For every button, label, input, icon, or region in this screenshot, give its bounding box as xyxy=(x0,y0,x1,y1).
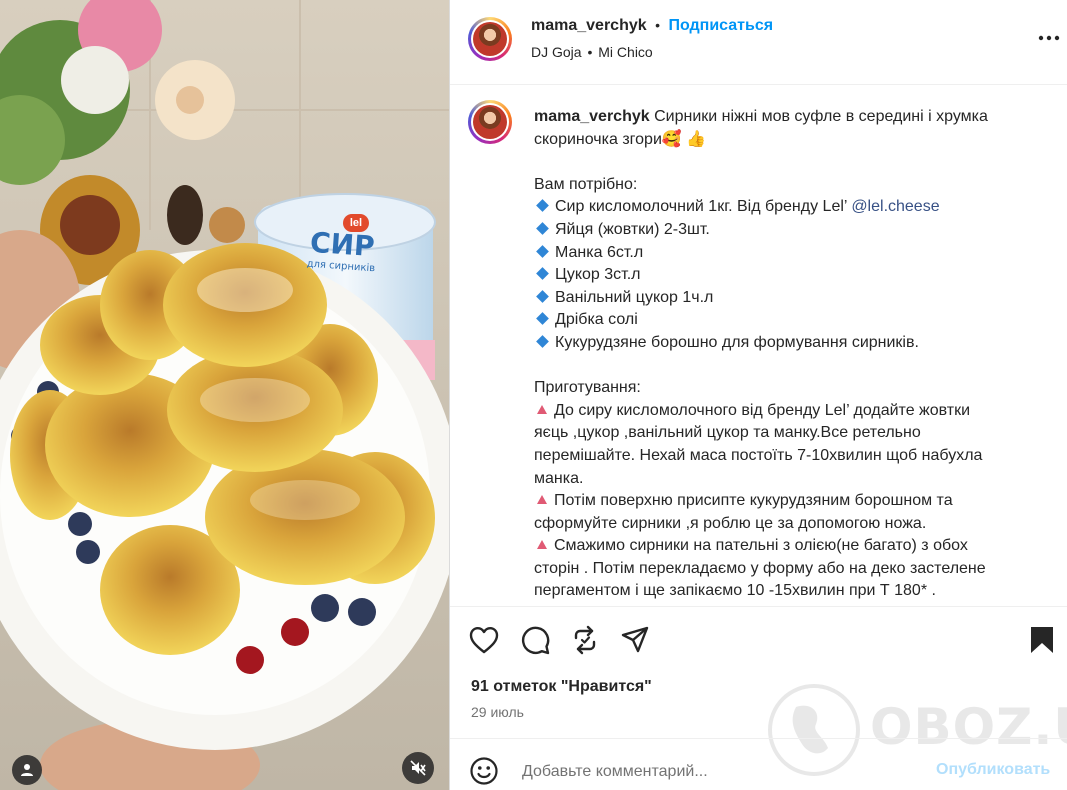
heart-icon xyxy=(469,627,499,654)
caption-username[interactable]: mama_verchyk xyxy=(534,108,650,125)
ingredient-item: Дрібка солі xyxy=(534,309,1034,332)
step-text: манка. xyxy=(534,469,584,487)
mute-button[interactable] xyxy=(402,752,434,784)
author-avatar[interactable] xyxy=(468,17,512,61)
repost-icon xyxy=(574,625,596,655)
blue-diamond-icon xyxy=(536,312,549,326)
caption-avatar[interactable] xyxy=(468,100,512,144)
caption-line-1: Сирники ніжні мов суфле в середині і хру… xyxy=(654,108,988,125)
blue-diamond-icon xyxy=(536,289,549,303)
share-icon xyxy=(621,626,649,653)
needs-title: Вам потрібно: xyxy=(534,175,638,193)
blue-diamond-icon xyxy=(536,199,549,213)
ingredient-text: Ванільний цукор 1ч.л xyxy=(555,288,714,306)
mention-link[interactable]: @lel.cheese xyxy=(851,198,939,215)
header-dot: • xyxy=(655,17,660,33)
step-line: перемішайте. Нехай маса постоїть 7-10хви… xyxy=(534,445,1034,468)
ingredient-text: Дрібка солі xyxy=(555,311,638,329)
ingredient-text: Манка 6ст.л xyxy=(555,243,644,261)
red-triangle-icon xyxy=(537,404,547,414)
blue-diamond-icon xyxy=(536,244,549,258)
blue-diamond-icon xyxy=(536,222,549,235)
more-options-button[interactable] xyxy=(1033,22,1065,54)
step-text: сформуйте сирники ,я роблю це за допомог… xyxy=(534,514,927,532)
ingredient-text: Яйця (жовтки) 2-3шт. xyxy=(555,220,710,238)
step-text: сторін . Потім перекладаємо у форму або … xyxy=(534,559,986,577)
food-photo xyxy=(0,0,449,790)
user-icon xyxy=(21,764,33,776)
ingredient-item: Ванільний цукор 1ч.л xyxy=(534,287,1034,310)
emoji-icon xyxy=(470,757,498,785)
more-horizontal-icon xyxy=(1038,35,1060,41)
ingredient-item: Кукурудзяне борошно для формування сирни… xyxy=(534,332,1034,355)
post-media[interactable]: СИР для сирників lel xyxy=(0,0,449,790)
blue-diamond-icon xyxy=(536,335,549,348)
step-line: пергаментом і ще запікаємо 10 -15хвилин … xyxy=(534,580,1034,603)
post-date[interactable]: 29 июль xyxy=(471,704,524,720)
audio-info[interactable]: DJ Goja • Mi Chico xyxy=(531,44,653,60)
brand-badge: lel xyxy=(343,214,369,232)
follow-button[interactable]: Подписаться xyxy=(668,17,773,34)
emoji-button[interactable] xyxy=(468,755,500,787)
ingredient-text: Кукурудзяне борошно для формування сирни… xyxy=(555,333,919,351)
ingredient-item: Сир кисломолочний 1кг. Від бренду Lel’ @… xyxy=(534,196,1034,219)
save-button[interactable] xyxy=(1026,624,1058,656)
audio-separator: • xyxy=(587,44,593,60)
step-line: Смажимо сирники на пательні з олією(не б… xyxy=(534,535,1034,558)
step-list: До сиру кисломолочного від бренду Lel’ д… xyxy=(534,400,1034,603)
step-text: Смажимо сирники на пательні з олією(не б… xyxy=(554,537,968,555)
step-text: яєць ,цукор ,ванільний цукор та манку.Вс… xyxy=(534,424,921,442)
step-line: сформуйте сирники ,я роблю це за допомог… xyxy=(534,513,1034,536)
step-line: До сиру кисломолочного від бренду Lel’ д… xyxy=(534,400,1034,423)
audio-track[interactable]: Mi Chico xyxy=(598,44,652,60)
audio-artist[interactable]: DJ Goja xyxy=(531,44,582,60)
post-comment-button[interactable]: Опубликовать xyxy=(936,761,1050,779)
comment-icon xyxy=(521,626,550,655)
repost-button[interactable] xyxy=(569,624,601,656)
muted-speaker-icon xyxy=(410,760,426,776)
step-text: До сиру кисломолочного від бренду Lel’ д… xyxy=(554,401,971,419)
likes-count[interactable]: 91 отметок "Нравится" xyxy=(471,678,652,696)
blue-diamond-icon xyxy=(536,267,549,281)
comment-divider xyxy=(450,738,1067,739)
ingredient-list: Сир кисломолочний 1кг. Від бренду Lel’ @… xyxy=(534,196,1034,354)
step-text: перемішайте. Нехай маса постоїть 7-10хви… xyxy=(534,446,983,464)
comment-input[interactable] xyxy=(520,758,924,786)
product-label: СИР для сирників xyxy=(281,224,404,276)
step-line: манка. xyxy=(534,468,1034,491)
like-button[interactable] xyxy=(468,624,500,656)
comment-button[interactable] xyxy=(519,624,551,656)
prep-title: Приготування: xyxy=(534,379,641,397)
actions-divider xyxy=(450,606,1067,607)
tagged-users-button[interactable] xyxy=(12,755,42,785)
ingredient-item: Яйця (жовтки) 2-3шт. xyxy=(534,219,1034,242)
post-caption: mama_verchyk Сирники ніжні мов суфле в с… xyxy=(534,106,1034,603)
post-panel: mama_verchyk • Подписаться DJ Goja • Mi … xyxy=(450,0,1067,790)
author-username[interactable]: mama_verchyk xyxy=(531,17,647,34)
ingredient-text: Цукор 3ст.л xyxy=(555,266,641,284)
red-triangle-icon xyxy=(537,495,547,505)
ingredient-item: Цукор 3ст.л xyxy=(534,264,1034,287)
step-line: сторін . Потім перекладаємо у форму або … xyxy=(534,558,1034,581)
post-header: mama_verchyk • Подписаться DJ Goja • Mi … xyxy=(450,0,1067,85)
bookmark-icon xyxy=(1031,627,1053,653)
watermark-text: OBOZ.UA xyxy=(870,698,1067,756)
step-line: Потім поверхню присипте кукурудзяним бор… xyxy=(534,490,1034,513)
ingredient-text: Сир кисломолочний 1кг. Від бренду Lel’ xyxy=(555,198,852,216)
ingredient-item: Манка 6ст.л xyxy=(534,242,1034,265)
step-text: Потім поверхню присипте кукурудзяним бор… xyxy=(554,492,953,510)
step-text: пергаментом і ще запікаємо 10 -15хвилин … xyxy=(534,582,936,600)
red-triangle-icon xyxy=(537,540,547,550)
step-line: яєць ,цукор ,ванільний цукор та манку.Вс… xyxy=(534,422,1034,445)
share-button[interactable] xyxy=(619,624,651,656)
caption-line-2: скориночка згори🥰 👍 xyxy=(534,130,707,148)
